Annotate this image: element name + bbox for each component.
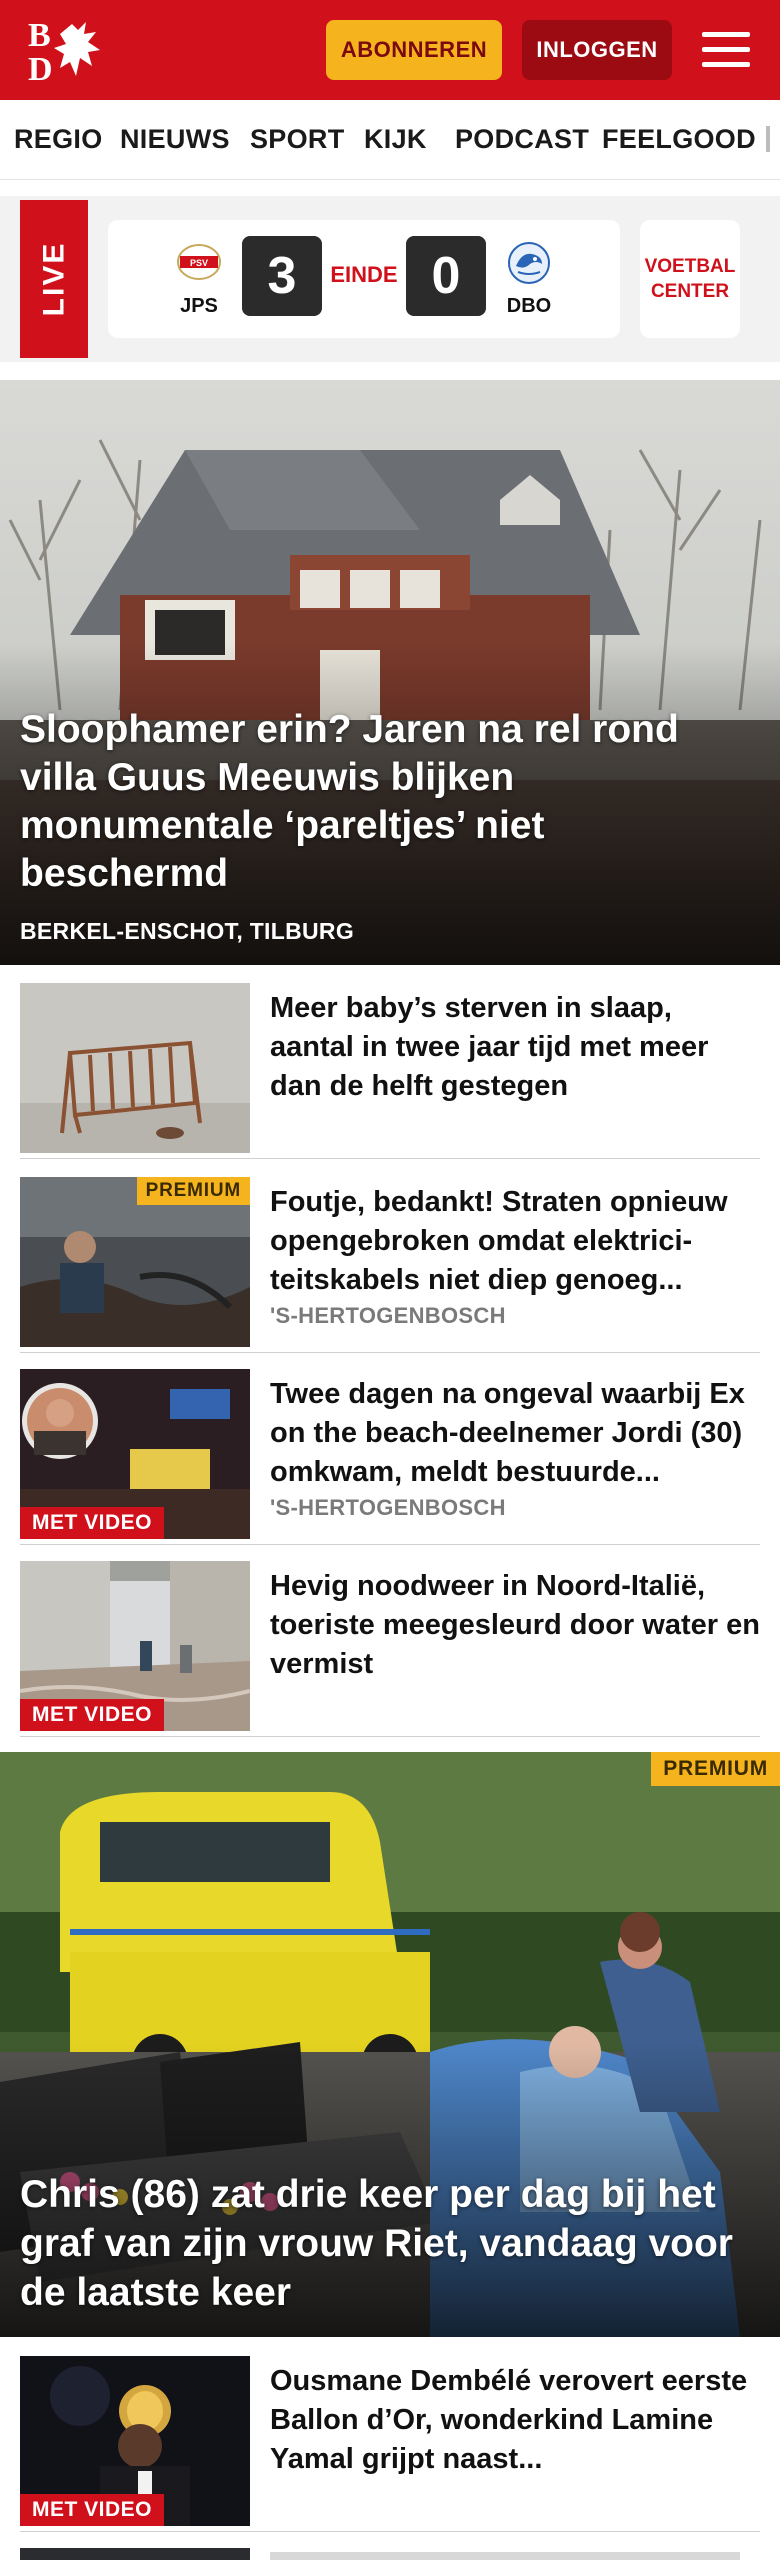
- svg-text:B: B: [28, 17, 51, 54]
- video-badge: MET VIDEO: [20, 1699, 165, 1731]
- article-title[interactable]: Foutje, bedankt! Straten opnieuw opengeb…: [270, 1183, 760, 1300]
- video-badge: MET VIDEO: [20, 1507, 165, 1539]
- hero-article[interactable]: Sloophamer erin? Jaren na rel rond villa…: [0, 380, 780, 965]
- away-team-code: DBO: [506, 295, 552, 317]
- subscribe-button[interactable]: ABONNEREN: [326, 20, 502, 80]
- psv-crest-icon: PSV: [177, 244, 221, 280]
- next-article-title-peek: [270, 2552, 740, 2560]
- home-score: 3: [242, 236, 322, 316]
- nav-scroll-hint: [766, 126, 770, 152]
- score-card[interactable]: PSV JPS 3 EINDE 0 DBO: [108, 220, 620, 338]
- video-badge: MET VIDEO: [20, 2494, 165, 2526]
- hero-location: BERKEL-ENSCHOT, TILBURG: [20, 918, 355, 944]
- section-nav: REGIO NIEUWS SPORT KIJK PODCAST FEELGOOD: [0, 100, 780, 180]
- voetbal-center-button[interactable]: VOETBAL CENTER: [640, 220, 740, 338]
- nav-item-kijk[interactable]: KIJK: [364, 124, 427, 155]
- article-thumbnail: PREMIUM: [20, 1177, 250, 1347]
- match-status: EINDE: [330, 262, 398, 287]
- next-article-thumbnail-peek: [20, 2548, 250, 2560]
- nav-item-feelgood[interactable]: FEELGOOD: [602, 124, 756, 155]
- article-thumbnail: [20, 983, 250, 1153]
- hero-title[interactable]: Sloophamer erin? Jaren na rel rond villa…: [20, 706, 740, 898]
- live-label: LIVE: [37, 241, 70, 317]
- voetbal-center-line2: CENTER: [650, 281, 730, 302]
- article-title[interactable]: Ousmane Dembélé verovert eerste Ballon d…: [270, 2362, 760, 2479]
- nav-item-nieuws[interactable]: NIEUWS: [120, 124, 230, 155]
- home-team-code: JPS: [180, 295, 218, 317]
- live-tab[interactable]: LIVE: [20, 200, 88, 358]
- svg-text:PSV: PSV: [190, 258, 208, 268]
- live-score-widget: LIVE PSV JPS 3 EINDE 0 DBO VOETBAL CENTER: [0, 196, 780, 362]
- away-score: 0: [406, 236, 486, 316]
- article-location: 'S-HERTOGENBOSCH: [270, 1303, 506, 1328]
- nav-item-regio[interactable]: REGIO: [14, 124, 103, 155]
- voetbal-center-line1: VOETBAL: [644, 256, 736, 277]
- premium-badge: PREMIUM: [651, 1752, 780, 1786]
- fc-den-bosch-crest-icon: [508, 242, 550, 284]
- featured-article[interactable]: PREMIUM Chris (86) zat drie keer per dag…: [0, 1752, 780, 2337]
- list-item[interactable]: MET VIDEO Twee dagen na ongeval waarbij …: [20, 1369, 760, 1545]
- svg-text:D: D: [28, 51, 53, 84]
- premium-badge: PREMIUM: [136, 1177, 250, 1205]
- login-button[interactable]: INLOGGEN: [522, 20, 672, 80]
- article-title[interactable]: Twee dagen na ongeval waarbij Ex on the …: [270, 1375, 760, 1492]
- hamburger-menu-icon[interactable]: [700, 24, 752, 76]
- article-title[interactable]: Meer baby’s sterven in slaap, aantal in …: [270, 989, 760, 1106]
- top-header: B D ABONNEREN INLOGGEN: [0, 0, 780, 100]
- article-thumbnail: MET VIDEO: [20, 2356, 250, 2526]
- list-item[interactable]: MET VIDEO Ousmane Dembélé verovert eerst…: [20, 2356, 760, 2532]
- away-team: DBO: [494, 240, 564, 318]
- article-thumbnail: MET VIDEO: [20, 1369, 250, 1539]
- article-thumbnail: MET VIDEO: [20, 1561, 250, 1731]
- nav-item-sport[interactable]: SPORT: [250, 124, 345, 155]
- list-item[interactable]: Meer baby’s sterven in slaap, aantal in …: [20, 983, 760, 1159]
- home-team: PSV JPS: [164, 240, 234, 318]
- bd-logo[interactable]: B D: [26, 16, 116, 84]
- article-location: 'S-HERTOGENBOSCH: [270, 1495, 506, 1520]
- featured-title[interactable]: Chris (86) zat drie keer per dag bij het…: [20, 2170, 760, 2317]
- nav-item-podcast[interactable]: PODCAST: [455, 124, 589, 155]
- list-item[interactable]: PREMIUM Foutje, bedankt! Straten opnieuw…: [20, 1177, 760, 1353]
- list-item[interactable]: MET VIDEO Hevig noodweer in Noord-Italië…: [20, 1561, 760, 1737]
- article-title[interactable]: Hevig noodweer in Noord-Italië, toeriste…: [270, 1567, 760, 1684]
